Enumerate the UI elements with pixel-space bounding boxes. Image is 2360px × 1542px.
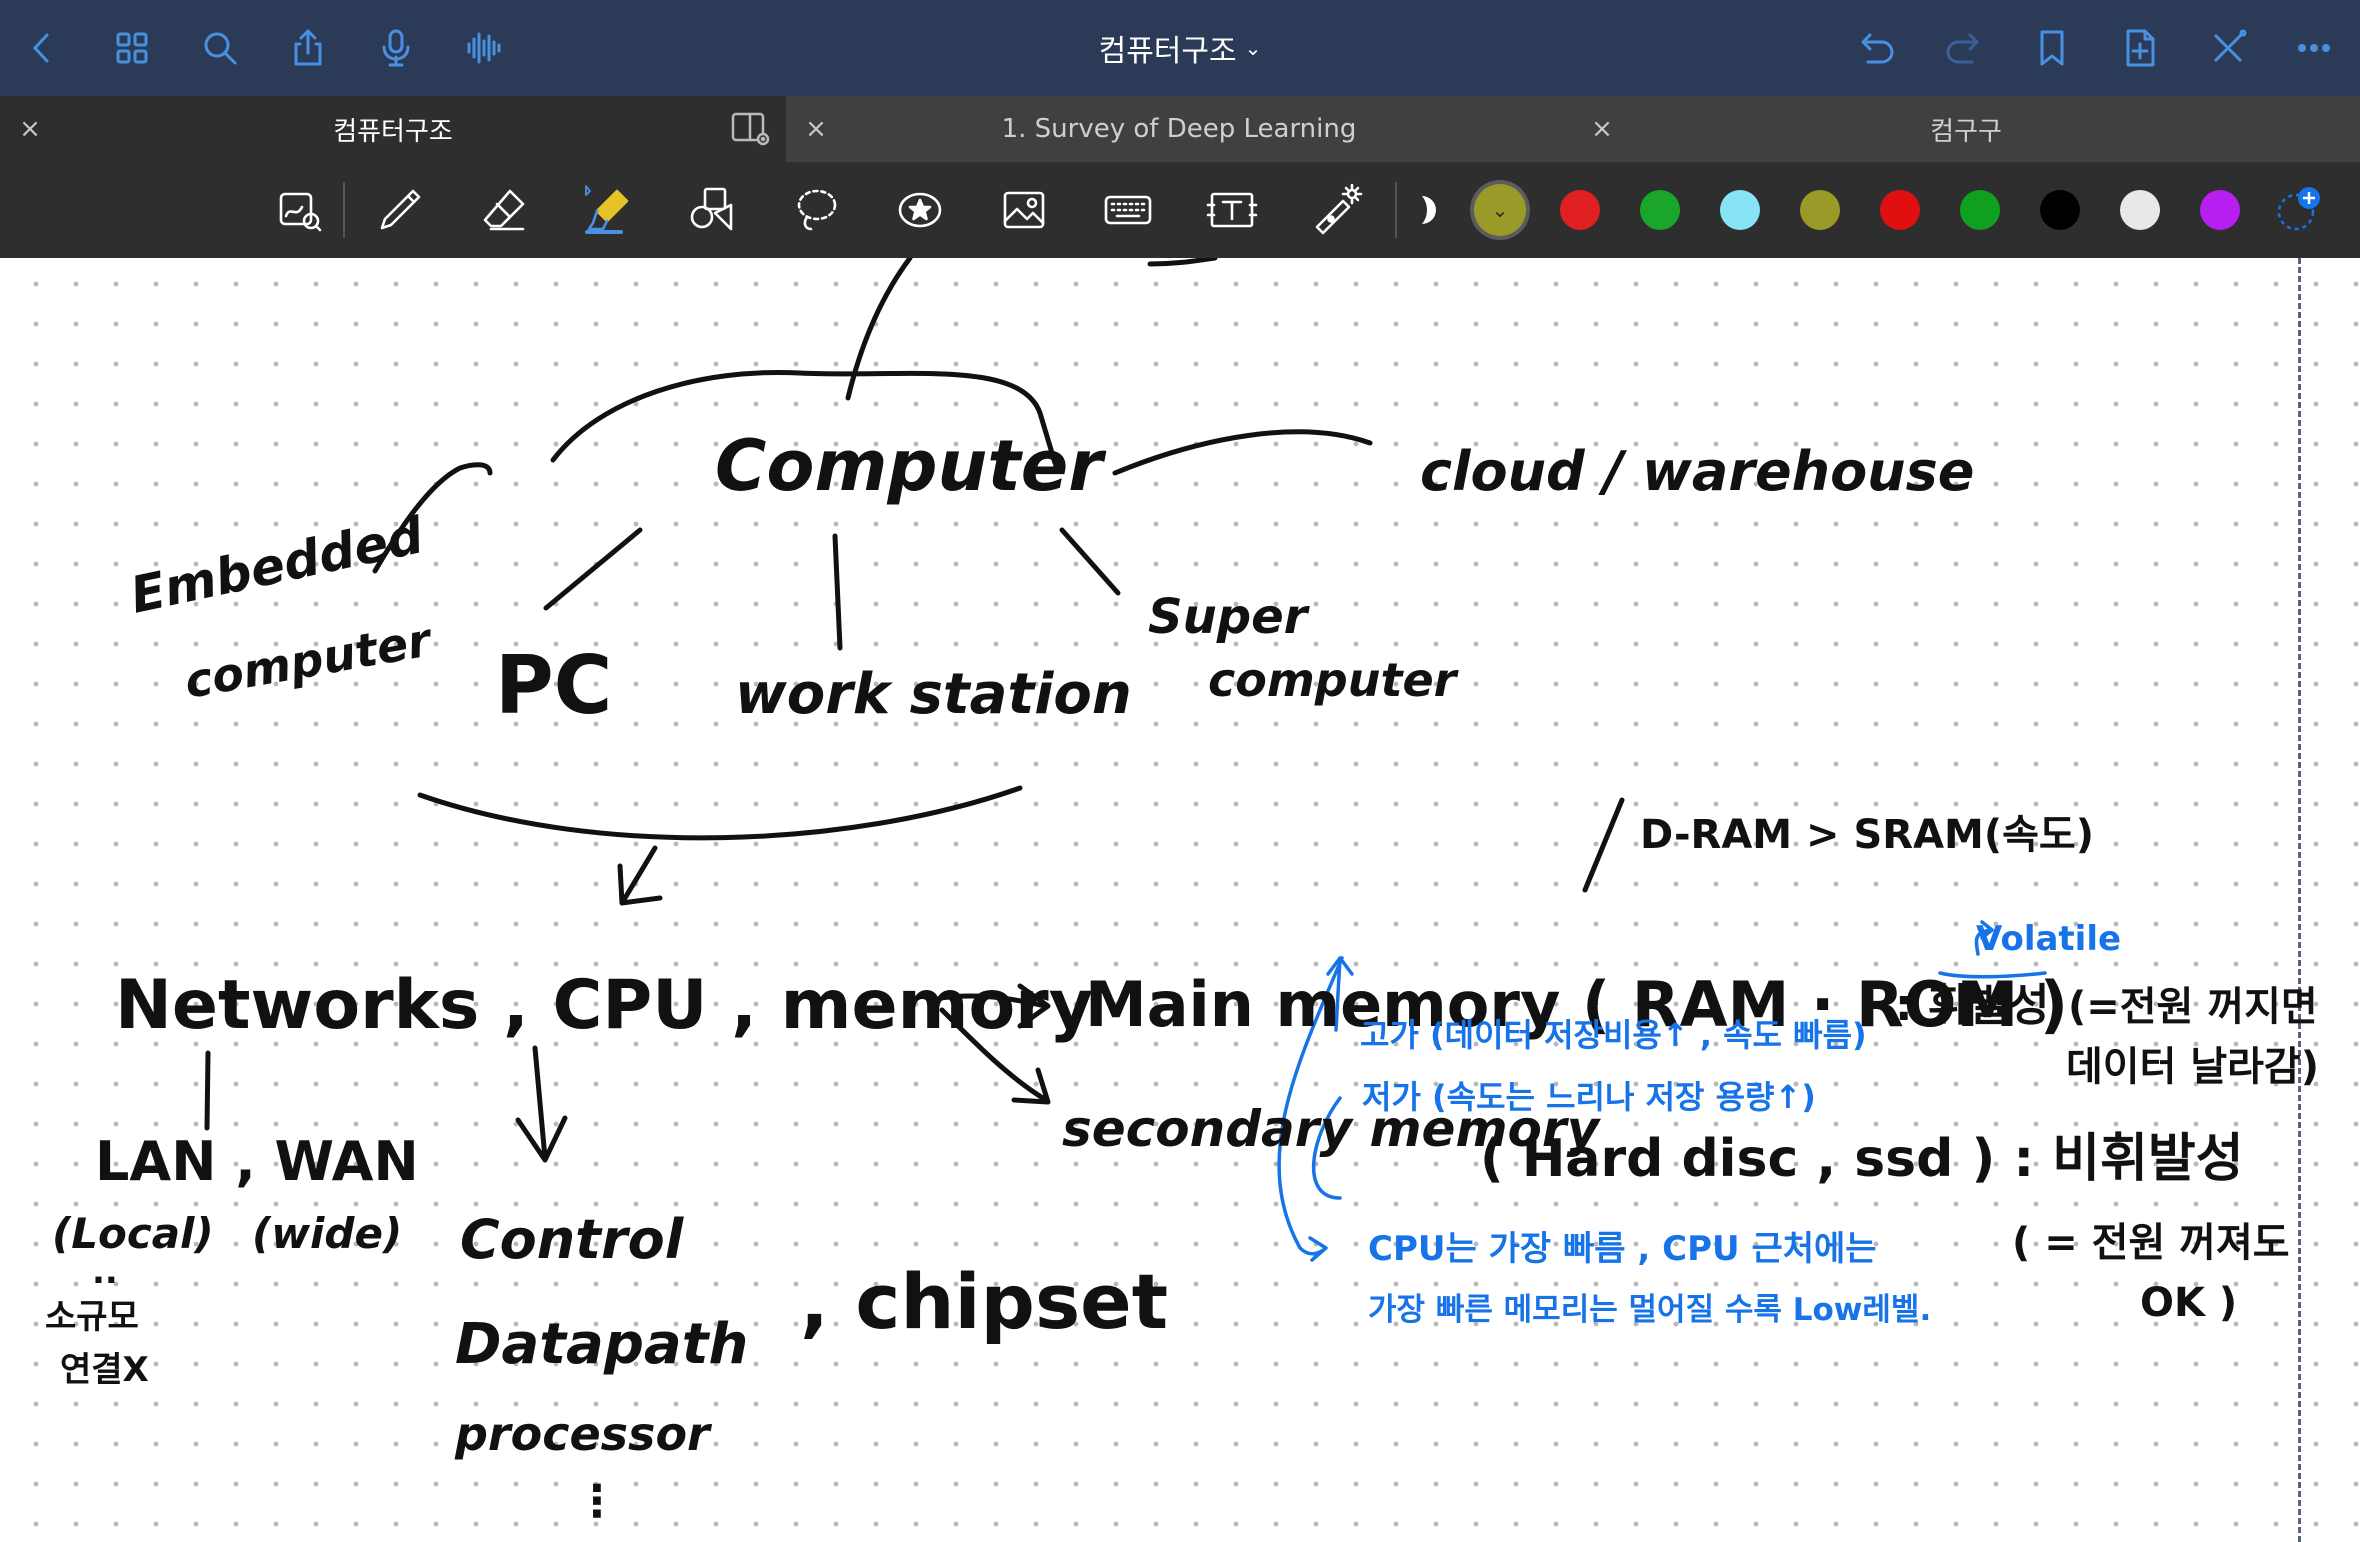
note-nonvolatile-def-1: ( = 전원 꺼져도 <box>2012 1220 2290 1266</box>
color-swatch-purple[interactable] <box>2200 190 2240 230</box>
microphone-icon[interactable] <box>366 18 426 78</box>
eraser-icon[interactable] <box>472 178 536 242</box>
note-control: Control <box>460 1208 685 1271</box>
handwritten-notes: Computer cloud / warehouse Embedded comp… <box>45 258 2319 1527</box>
tab-close-icon[interactable]: × <box>1584 111 1620 147</box>
close-pen-icon[interactable] <box>2198 18 2258 78</box>
tab-close-icon[interactable]: × <box>12 111 48 147</box>
tab-컴퓨터구조[interactable]: 컴퓨터구조 <box>0 96 786 162</box>
note-computer: Computer <box>715 425 1107 507</box>
color-swatch-white[interactable] <box>2120 190 2160 230</box>
note-cloud: cloud / warehouse <box>1420 440 1974 503</box>
ink-arrow <box>515 1045 568 1163</box>
note-volatile: Volatile <box>1976 919 2121 959</box>
more-icon[interactable] <box>2284 18 2344 78</box>
ink-line <box>1147 258 1218 267</box>
tab-label: 1. Survey of Deep Learning <box>1001 114 1357 144</box>
ink-line <box>1582 797 1625 893</box>
ink-line <box>845 258 913 401</box>
note-lan-connect: 연결X <box>60 1350 149 1390</box>
color-swatch-olive-selected[interactable]: ⌄ <box>1474 184 1526 236</box>
laser-pointer-icon[interactable] <box>1304 178 1368 242</box>
image-icon[interactable] <box>992 178 1056 242</box>
undo-icon[interactable] <box>1846 18 1906 78</box>
ink-line <box>1112 429 1373 476</box>
note-super-2: computer <box>1208 653 1460 707</box>
lasso-icon[interactable] <box>784 178 848 242</box>
add-page-icon[interactable] <box>2110 18 2170 78</box>
toolbar-divider <box>343 182 345 238</box>
tab-컴구구[interactable]: 컴구구 <box>1572 96 2360 162</box>
toolbar-divider <box>1395 182 1397 238</box>
grid-icon[interactable] <box>102 18 162 78</box>
note-local: (Local) <box>52 1209 214 1258</box>
tab-bar: 컴퓨터구조 × 1. Survey of Deep Learning × 컴구구… <box>0 96 2360 162</box>
color-swatch-olive[interactable] <box>1800 190 1840 230</box>
tab-label: 컴퓨터구조 <box>333 116 453 147</box>
note-pc: PC <box>495 639 612 732</box>
note-wide: (wide) <box>252 1209 402 1258</box>
color-swatch-red-2[interactable] <box>1880 190 1920 230</box>
share-icon[interactable] <box>278 18 338 78</box>
color-swatch-black[interactable] <box>2040 190 2080 230</box>
note-lan-small: 소규모 <box>45 1297 139 1337</box>
note-vdots: ⋮ <box>575 1476 619 1527</box>
note-chipset: , chipset <box>800 1257 1168 1346</box>
redo-icon[interactable] <box>1934 18 1994 78</box>
note-workstation: work station <box>735 662 1132 727</box>
back-icon[interactable] <box>12 18 72 78</box>
color-swatch-light-blue[interactable] <box>1720 190 1760 230</box>
ink-line <box>832 533 843 651</box>
ink-line <box>1059 527 1121 596</box>
tab-label: 컴구구 <box>1930 116 2002 147</box>
text-box-icon[interactable] <box>1200 178 1264 242</box>
ink-arrow <box>617 845 663 906</box>
shapes-icon[interactable] <box>680 178 744 242</box>
ink-line <box>543 527 643 611</box>
note-blue-cpu-2: 가장 빠른 메모리는 멀어질 수록 Low레벨. <box>1368 1292 1931 1328</box>
search-icon[interactable] <box>190 18 250 78</box>
color-swatch-red[interactable] <box>1560 190 1600 230</box>
bookmark-icon[interactable] <box>2022 18 2082 78</box>
lasso-zoom-icon[interactable] <box>267 178 331 242</box>
note-embedded-2: computer <box>181 612 438 709</box>
note-volatile-def-2: 데이터 날라감) <box>2066 1044 2319 1090</box>
tab-close-icon[interactable]: × <box>798 111 834 147</box>
color-swatch-green-2[interactable] <box>1960 190 2000 230</box>
note-lan-wan: LAN , WAN <box>95 1130 419 1193</box>
chevron-down-icon: ⌄ <box>1491 198 1509 222</box>
highlighter-icon[interactable] <box>576 178 640 242</box>
note-datapath: Datapath <box>455 1312 748 1377</box>
sticker-icon[interactable] <box>888 178 952 242</box>
ink-bracket <box>417 785 1023 841</box>
note-blue-cpu-1: CPU는 가장 빠름 , CPU 근처에는 <box>1368 1229 1877 1269</box>
note-embedded-1: Embedded <box>125 506 429 625</box>
palette-scroll-icon[interactable] <box>1418 190 1438 230</box>
chevron-down-icon: ⌄ <box>1244 36 1262 60</box>
note-volatile-def-1: (=전원 꺼지면 <box>2068 984 2318 1030</box>
tab-survey-of-deep-learning[interactable]: 1. Survey of Deep Learning <box>786 96 1572 162</box>
ink-line <box>204 1050 211 1131</box>
note-dots: .. <box>92 1252 118 1292</box>
note-nonvolatile-def-2: OK ) <box>2140 1280 2237 1326</box>
note-dram: D-RAM > SRAM(속도) <box>1640 812 2094 858</box>
note-blue-expensive: 고가 (데이터 저장비용↑ , 속도 빠름) <box>1360 1016 1867 1054</box>
add-color-icon[interactable] <box>2274 186 2322 234</box>
tool-bar: ⌄ <box>0 162 2360 258</box>
top-navigation-bar: 컴퓨터구조 ⌄ <box>0 0 2360 96</box>
document-title: 컴퓨터구조 <box>1098 34 1237 69</box>
split-view-icon[interactable] <box>730 110 770 146</box>
pen-icon[interactable] <box>368 178 432 242</box>
document-title-menu[interactable]: 컴퓨터구조 ⌄ <box>1080 26 1280 70</box>
note-super-1: Super <box>1148 589 1311 645</box>
note-hdd-ssd: ( Hard disc , ssd ) : 비휘발성 <box>1480 1129 2244 1189</box>
note-volatile-ko: : 휘발성 <box>1895 980 2049 1031</box>
keyboard-icon[interactable] <box>1096 178 1160 242</box>
audio-wave-icon[interactable] <box>454 18 514 78</box>
note-processor: processor <box>454 1407 713 1461</box>
note-networks-cpu-memory: Networks , CPU , memory <box>115 966 1093 1045</box>
color-swatch-green[interactable] <box>1640 190 1680 230</box>
